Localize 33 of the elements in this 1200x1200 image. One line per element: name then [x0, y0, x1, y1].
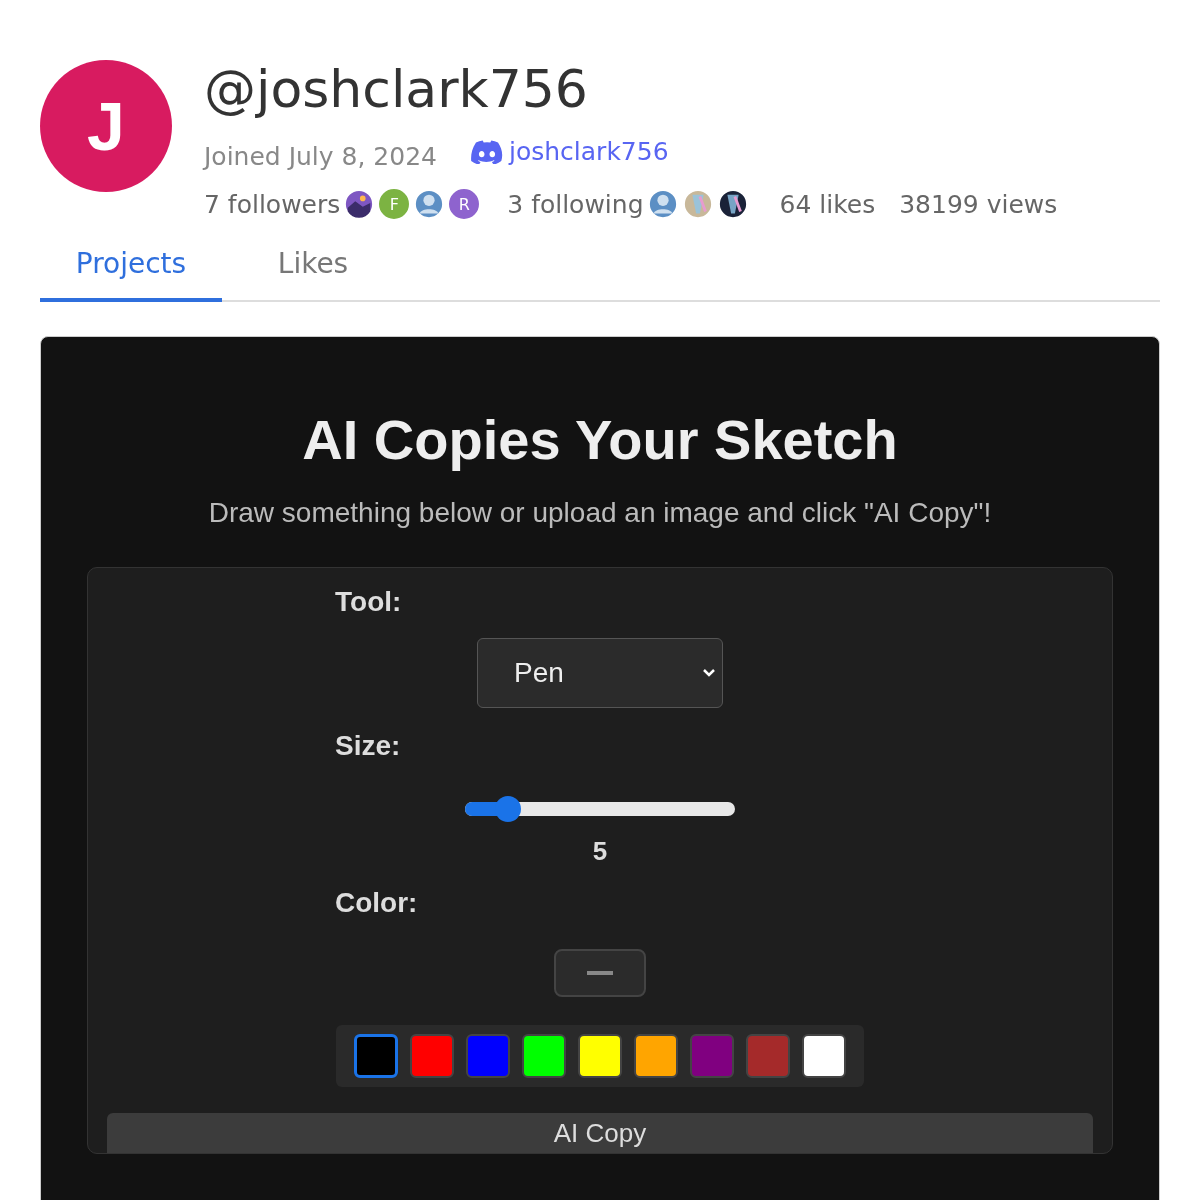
- following-count[interactable]: 3 following: [507, 189, 644, 219]
- views-count: 38199 views: [899, 189, 1058, 219]
- color-swatch[interactable]: [522, 1034, 566, 1078]
- color-swatch[interactable]: [466, 1034, 510, 1078]
- followers-count[interactable]: 7 followers: [204, 189, 341, 219]
- color-swatch[interactable]: [410, 1034, 454, 1078]
- follower-avatar[interactable]: R: [447, 187, 482, 221]
- color-swatch[interactable]: [578, 1034, 622, 1078]
- likes-count: 64 likes: [779, 189, 876, 219]
- discord-link[interactable]: joshclark756: [471, 137, 669, 166]
- ai-copy-button[interactable]: AI Copy: [107, 1113, 1093, 1153]
- color-swatch[interactable]: [746, 1034, 790, 1078]
- color-label: Color:: [335, 887, 418, 919]
- size-value: 5: [592, 836, 608, 867]
- tab[interactable]: Projects: [40, 235, 222, 302]
- color-swatch[interactable]: [634, 1034, 678, 1078]
- size-slider[interactable]: [465, 796, 735, 822]
- color-swatch[interactable]: [802, 1034, 846, 1078]
- discord-icon: [471, 139, 503, 164]
- color-swatch[interactable]: [690, 1034, 734, 1078]
- username: @joshclark756: [204, 58, 589, 120]
- follower-avatar[interactable]: F: [377, 187, 412, 221]
- tool-select[interactable]: Pen: [477, 638, 723, 708]
- size-label: Size:: [335, 730, 401, 762]
- tab[interactable]: Likes: [222, 235, 404, 302]
- color-picker[interactable]: [554, 949, 646, 997]
- chevron-down-icon: [702, 668, 716, 678]
- app-title: AI Copies Your Sketch: [301, 407, 899, 473]
- color-swatch[interactable]: [354, 1034, 398, 1078]
- tool-label: Tool:: [335, 586, 402, 618]
- joined-date: Joined July 8, 2024: [204, 142, 437, 171]
- app-subtitle: Draw something below or upload an image and click "AI Copy"!: [207, 497, 993, 529]
- avatar: J: [40, 60, 172, 192]
